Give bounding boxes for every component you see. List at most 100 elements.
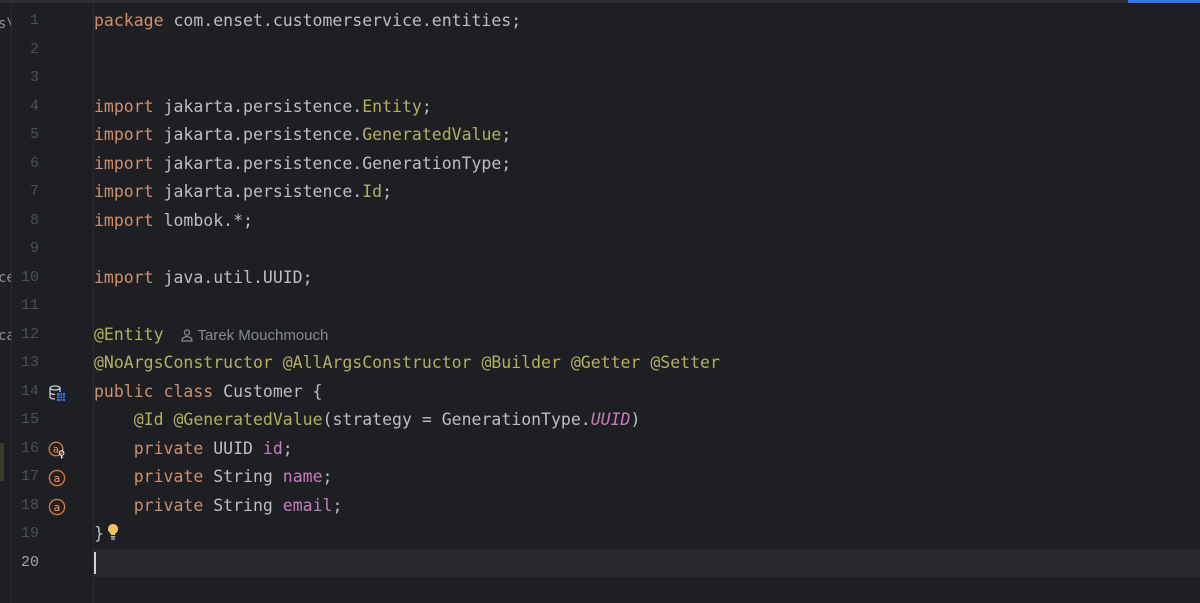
lightbulb-icon[interactable] (106, 522, 120, 540)
code-token: private (133, 467, 204, 486)
gutter-line[interactable]: 11 (12, 292, 93, 321)
line-number: 12 (20, 325, 39, 343)
gutter-line[interactable]: 2 (12, 36, 93, 65)
gutter-line[interactable]: 10 (12, 264, 93, 293)
line-number: 13 (20, 354, 39, 371)
code-token: package (94, 11, 164, 30)
gutter-line[interactable]: 19 (12, 520, 93, 549)
code-token: @Getter (570, 353, 641, 372)
code-token: ) (630, 410, 641, 429)
code-token: @Builder (481, 353, 561, 372)
code-token: email (282, 495, 333, 515)
gutter-line[interactable]: 7 (12, 178, 93, 207)
code-line[interactable]: package com.enset.customerservice.entiti… (94, 7, 521, 36)
gutter-line[interactable]: 5 (12, 121, 93, 150)
code-token: private (133, 495, 204, 515)
code-token: import (94, 125, 154, 144)
code-token: String (203, 495, 283, 515)
line-number: 19 (20, 525, 39, 542)
svg-text:a: a (54, 500, 61, 513)
code-line[interactable]: private String name; (94, 463, 333, 492)
line-number: 14 (20, 382, 39, 400)
code-editor[interactable]: package com.enset.customerservice.entiti… (94, 3, 1200, 603)
code-token: ; (332, 495, 343, 515)
gutter-line[interactable]: 13 (12, 349, 93, 378)
code-token: @GeneratedValue (173, 410, 323, 429)
code-line[interactable]: private String email; (94, 492, 343, 521)
code-token: ; (501, 125, 512, 144)
code-token: ; (421, 96, 432, 116)
line-number: 8 (29, 211, 39, 229)
code-token: jakarta.persistence.GenerationType; (153, 153, 512, 173)
code-line[interactable]: import jakarta.persistence.GenerationTyp… (94, 150, 511, 179)
gutter-line[interactable]: 9 (12, 235, 93, 264)
field-icon[interactable]: a (48, 468, 66, 487)
code-token: jakarta.persistence. (153, 182, 363, 201)
code-token: import (94, 267, 154, 287)
field-key-icon[interactable]: a (48, 440, 66, 458)
gutter-line[interactable]: 15 (12, 406, 93, 435)
selection-marker (0, 443, 4, 481)
code-token: Id (362, 182, 383, 201)
code-line[interactable]: import java.util.UUID; (94, 264, 313, 293)
gutter-line[interactable]: 20 (12, 549, 93, 578)
code-line[interactable]: import jakarta.persistence.Entity; (94, 93, 432, 122)
gutter-line[interactable]: 3 (12, 64, 93, 93)
line-number-gutter[interactable]: 1 2 3 4 5 6 7 8 9 10 11 12 13 14 15 16 a 17 a 18 a 19 20 (12, 3, 94, 603)
code-line[interactable]: } (94, 520, 120, 549)
code-line[interactable]: private UUID id; (94, 435, 293, 464)
line-number: 4 (29, 97, 39, 115)
code-token: Customer { (213, 381, 323, 401)
code-token: jakarta.persistence. (153, 125, 363, 144)
code-token: private (133, 438, 204, 458)
code-token: name (282, 467, 323, 486)
code-line[interactable]: import lombok.*; (94, 207, 253, 236)
gutter-line[interactable]: 1 (12, 7, 93, 36)
code-line[interactable]: import jakarta.persistence.GeneratedValu… (94, 121, 511, 150)
code-token: @NoArgsConstructor (94, 353, 273, 372)
code-token: (strategy = GenerationType. (322, 410, 591, 429)
gutter-line[interactable]: 12 (12, 321, 93, 350)
code-token: ; (382, 182, 393, 201)
database-table-icon[interactable] (48, 383, 66, 401)
code-token: UUID (203, 438, 263, 458)
author-inlay-hint[interactable]: Tarek Mouchmouch (180, 327, 328, 344)
gutter-line[interactable]: 16 a (12, 435, 93, 464)
code-line[interactable]: import jakarta.persistence.Id; (94, 178, 392, 207)
gutter-line[interactable]: 8 (12, 207, 93, 236)
gutter-line[interactable]: 6 (12, 150, 93, 179)
line-number: 18 (20, 496, 39, 514)
code-token: @AllArgsConstructor (282, 353, 472, 372)
gutter-line[interactable]: 14 (12, 378, 93, 407)
code-line[interactable]: @Entity Tarek Mouchmouch (94, 321, 328, 350)
line-number: 16 (20, 439, 39, 457)
code-line[interactable] (94, 549, 96, 578)
code-line[interactable]: @NoArgsConstructor @AllArgsConstructor @… (94, 349, 720, 378)
code-token: ; (282, 438, 293, 458)
code-token: id (262, 438, 283, 458)
code-token: import (94, 210, 154, 230)
code-token: jakarta.persistence. (153, 96, 363, 116)
code-token: @Entity (94, 324, 164, 344)
line-number: 10 (20, 268, 39, 286)
field-icon[interactable]: a (48, 497, 66, 515)
gutter-line[interactable]: 4 (12, 93, 93, 122)
code-token: ; (322, 467, 333, 486)
code-token: GeneratedValue (362, 125, 502, 144)
code-line[interactable]: @Id @GeneratedValue(strategy = Generatio… (94, 406, 641, 435)
line-number: 7 (29, 183, 39, 200)
code-token: lombok.*; (153, 210, 253, 230)
code-token: import (94, 96, 154, 116)
gutter-line[interactable]: 18 a (12, 492, 93, 521)
line-number: 11 (20, 297, 39, 314)
svg-text:a: a (53, 444, 59, 455)
gutter-line[interactable]: 17 a (12, 463, 93, 492)
code-line[interactable]: public class Customer { (94, 378, 323, 407)
